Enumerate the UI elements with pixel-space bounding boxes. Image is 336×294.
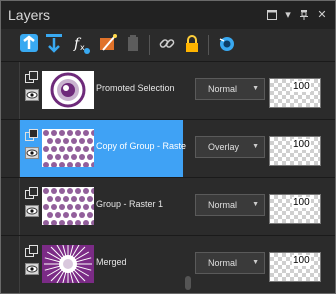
opacity-field[interactable]: 100	[269, 78, 321, 108]
layers-list: Promoted Selection Normal ▼ 100 Copy of Grou…	[1, 61, 335, 293]
dropdown-arrow-icon: ▼	[252, 201, 259, 208]
visibility-eye-icon[interactable]	[25, 88, 39, 101]
blend-mode-value: Normal	[208, 258, 238, 268]
visibility-eye-icon[interactable]	[25, 204, 39, 217]
layer-type-icon[interactable]	[25, 186, 39, 199]
opacity-value: 100	[292, 139, 311, 150]
panel-titlebar[interactable]: Layers ▾ ✕	[1, 1, 335, 29]
dropdown-arrow-icon: ▼	[252, 85, 259, 92]
visibility-eye-icon[interactable]	[25, 262, 39, 275]
lock-icon[interactable]	[181, 32, 203, 56]
layer-name[interactable]: Copy of Group - Raster 1	[96, 141, 186, 151]
merge-down-icon[interactable]	[43, 32, 65, 56]
pin-icon[interactable]	[295, 1, 313, 29]
layer-row[interactable]: Copy of Group - Raster 1 Overlay ▼ 100	[1, 119, 335, 178]
new-raster-layer-icon[interactable]	[18, 32, 40, 56]
opacity-field[interactable]: 100	[269, 194, 321, 224]
layer-type-icon[interactable]	[25, 128, 39, 141]
layer-type-icon[interactable]	[25, 244, 39, 257]
blend-mode-value: Normal	[208, 200, 238, 210]
layers-toolbar: fx	[1, 29, 335, 61]
link-icon[interactable]	[156, 32, 178, 56]
blend-mode-dropdown[interactable]: Normal ▼	[195, 78, 265, 100]
dropdown-arrow-icon: ▼	[252, 143, 259, 150]
row-divider	[19, 236, 20, 293]
layer-thumbnail	[42, 245, 94, 283]
blend-mode-value: Overlay	[208, 142, 240, 152]
new-adjustment-layer-icon[interactable]: fx	[71, 32, 93, 56]
blend-mode-dropdown[interactable]: Overlay ▼	[195, 136, 265, 158]
mask-icon[interactable]	[215, 32, 237, 56]
layer-name[interactable]: Promoted Selection	[96, 83, 186, 93]
opacity-value: 100	[292, 81, 311, 92]
row-divider	[19, 62, 20, 120]
layer-name[interactable]: Group - Raster 1	[96, 199, 186, 209]
layers-panel: Layers ▾ ✕ fx Promoted Selection Normal …	[0, 0, 336, 294]
layer-type-icon[interactable]	[25, 70, 39, 83]
row-divider	[19, 178, 20, 236]
layer-name[interactable]: Merged	[96, 257, 186, 267]
layer-row[interactable]: Merged Normal ▼ 100	[1, 235, 335, 293]
blend-mode-dropdown[interactable]: Normal ▼	[195, 252, 265, 274]
scrollbar-thumb[interactable]	[185, 276, 191, 290]
blend-mode-value: Normal	[208, 84, 238, 94]
toolbar-divider	[208, 35, 209, 55]
panel-title: Layers	[8, 7, 51, 23]
blend-mode-dropdown[interactable]: Normal ▼	[195, 194, 265, 216]
opacity-value: 100	[292, 197, 311, 208]
layer-thumbnail	[42, 71, 94, 109]
layer-effects-icon[interactable]	[97, 32, 119, 56]
layer-thumbnail	[42, 187, 94, 225]
layer-row[interactable]: Group - Raster 1 Normal ▼ 100	[1, 177, 335, 236]
delete-layer-icon[interactable]	[122, 32, 144, 56]
opacity-field[interactable]: 100	[269, 252, 321, 282]
row-divider	[19, 120, 20, 178]
close-icon[interactable]: ✕	[313, 1, 331, 29]
opacity-value: 100	[292, 255, 311, 266]
opacity-field[interactable]: 100	[269, 136, 321, 166]
toolbar-divider	[149, 35, 150, 55]
visibility-eye-icon[interactable]	[25, 146, 39, 159]
dropdown-arrow-icon: ▼	[252, 259, 259, 266]
layer-row[interactable]: Promoted Selection Normal ▼ 100	[1, 61, 335, 120]
layer-thumbnail	[42, 129, 94, 167]
